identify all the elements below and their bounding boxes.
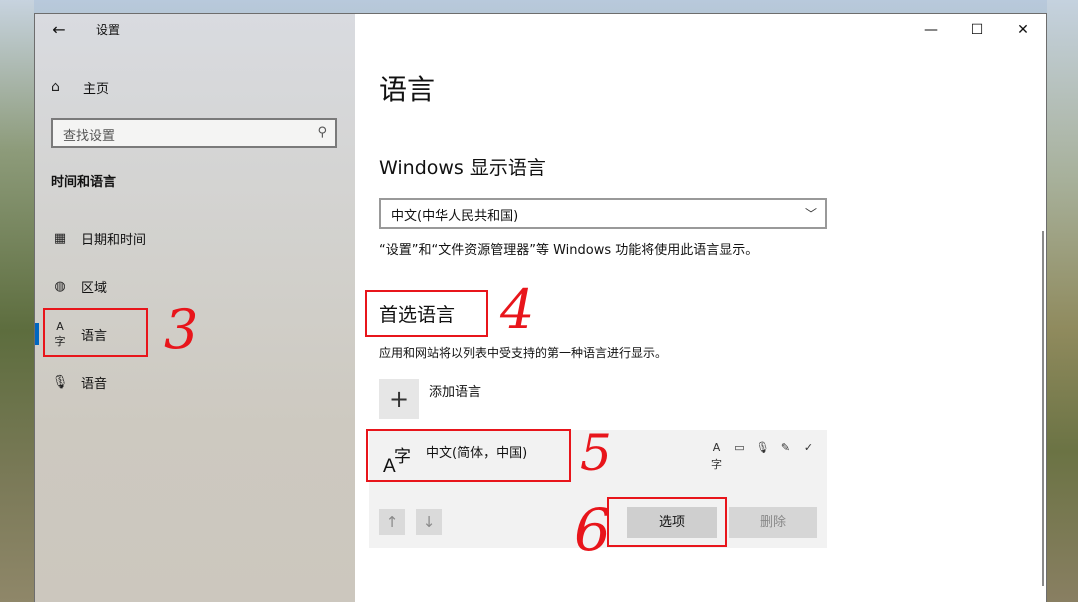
sidebar-item-date-time[interactable]: ▦ 日期和时间 xyxy=(51,226,146,250)
microphone-icon: 🎙 xyxy=(51,374,69,390)
display-language-feature-icon: A字 xyxy=(711,441,722,471)
nav-home-label: 主页 xyxy=(83,81,110,97)
sidebar-item-region[interactable]: ◍ 区域 xyxy=(51,274,107,298)
sidebar-item-speech[interactable]: 🎙 语音 xyxy=(51,370,107,394)
back-arrow-icon[interactable]: ← xyxy=(47,20,71,40)
display-language-select[interactable]: 中文(中华人民共和国) ﹀ xyxy=(379,198,827,229)
annotation-box-options-button xyxy=(607,497,727,547)
minimize-button[interactable]: — xyxy=(908,18,954,42)
display-language-heading: Windows 显示语言 xyxy=(379,157,546,179)
display-language-value: 中文(中华人民共和国) xyxy=(391,209,519,224)
sidebar-item-label: 日期和时间 xyxy=(81,232,147,248)
annotation-box-language-nav xyxy=(43,308,148,357)
annotation-box-language-entry xyxy=(366,429,571,482)
annotation-box-preferred-heading xyxy=(365,290,488,337)
preferred-languages-description: 应用和网站将以列表中受支持的第一种语言进行显示。 xyxy=(379,346,668,360)
plus-icon: + xyxy=(388,385,410,413)
spellcheck-feature-icon: ✓ xyxy=(803,441,814,454)
close-button[interactable]: ✕ xyxy=(1000,18,1046,42)
page-title: 语言 xyxy=(379,73,436,106)
calendar-clock-icon: ▦ xyxy=(53,230,67,246)
chevron-down-icon: ﹀ xyxy=(804,207,817,221)
globe-region-icon: ◍ xyxy=(54,278,66,294)
desktop-wallpaper-left xyxy=(0,0,34,602)
language-feature-icons: A字 ▭ 🎙 ✎ ✓ xyxy=(708,439,817,471)
window-title: 设置 xyxy=(96,23,121,37)
sidebar-item-label: 语音 xyxy=(81,376,108,392)
move-down-button[interactable]: ↓ xyxy=(416,509,442,535)
search-input[interactable]: 查找设置 ⚲ xyxy=(51,118,337,148)
remove-button[interactable]: 删除 xyxy=(729,507,817,538)
annotation-number-6: 6 xyxy=(574,496,611,564)
search-placeholder: 查找设置 xyxy=(63,129,116,144)
speech-feature-icon: ▭ xyxy=(734,441,745,454)
scrollbar[interactable] xyxy=(1042,231,1044,586)
section-heading: 时间和语言 xyxy=(51,175,117,190)
nav-home[interactable]: ⌂ 主页 xyxy=(51,77,109,97)
handwriting-feature-icon: ✎ xyxy=(780,441,791,454)
display-language-description: “设置”和“文件资源管理器”等 Windows 功能将使用此语言显示。 xyxy=(379,243,759,258)
maximize-button[interactable]: ☐ xyxy=(954,18,1000,42)
annotation-number-4: 4 xyxy=(500,278,535,341)
desktop-wallpaper-right xyxy=(1047,0,1078,602)
selection-indicator xyxy=(35,323,39,345)
move-up-button[interactable]: ↑ xyxy=(379,509,405,535)
microphone-feature-icon: 🎙 xyxy=(755,441,770,454)
add-language-button[interactable]: + xyxy=(379,379,419,419)
annotation-number-5: 5 xyxy=(580,424,612,482)
search-icon: ⚲ xyxy=(317,125,327,140)
sidebar-item-label: 区域 xyxy=(81,280,108,296)
annotation-number-3: 3 xyxy=(164,298,199,361)
home-icon: ⌂ xyxy=(51,79,60,95)
add-language-label[interactable]: 添加语言 xyxy=(429,381,481,400)
